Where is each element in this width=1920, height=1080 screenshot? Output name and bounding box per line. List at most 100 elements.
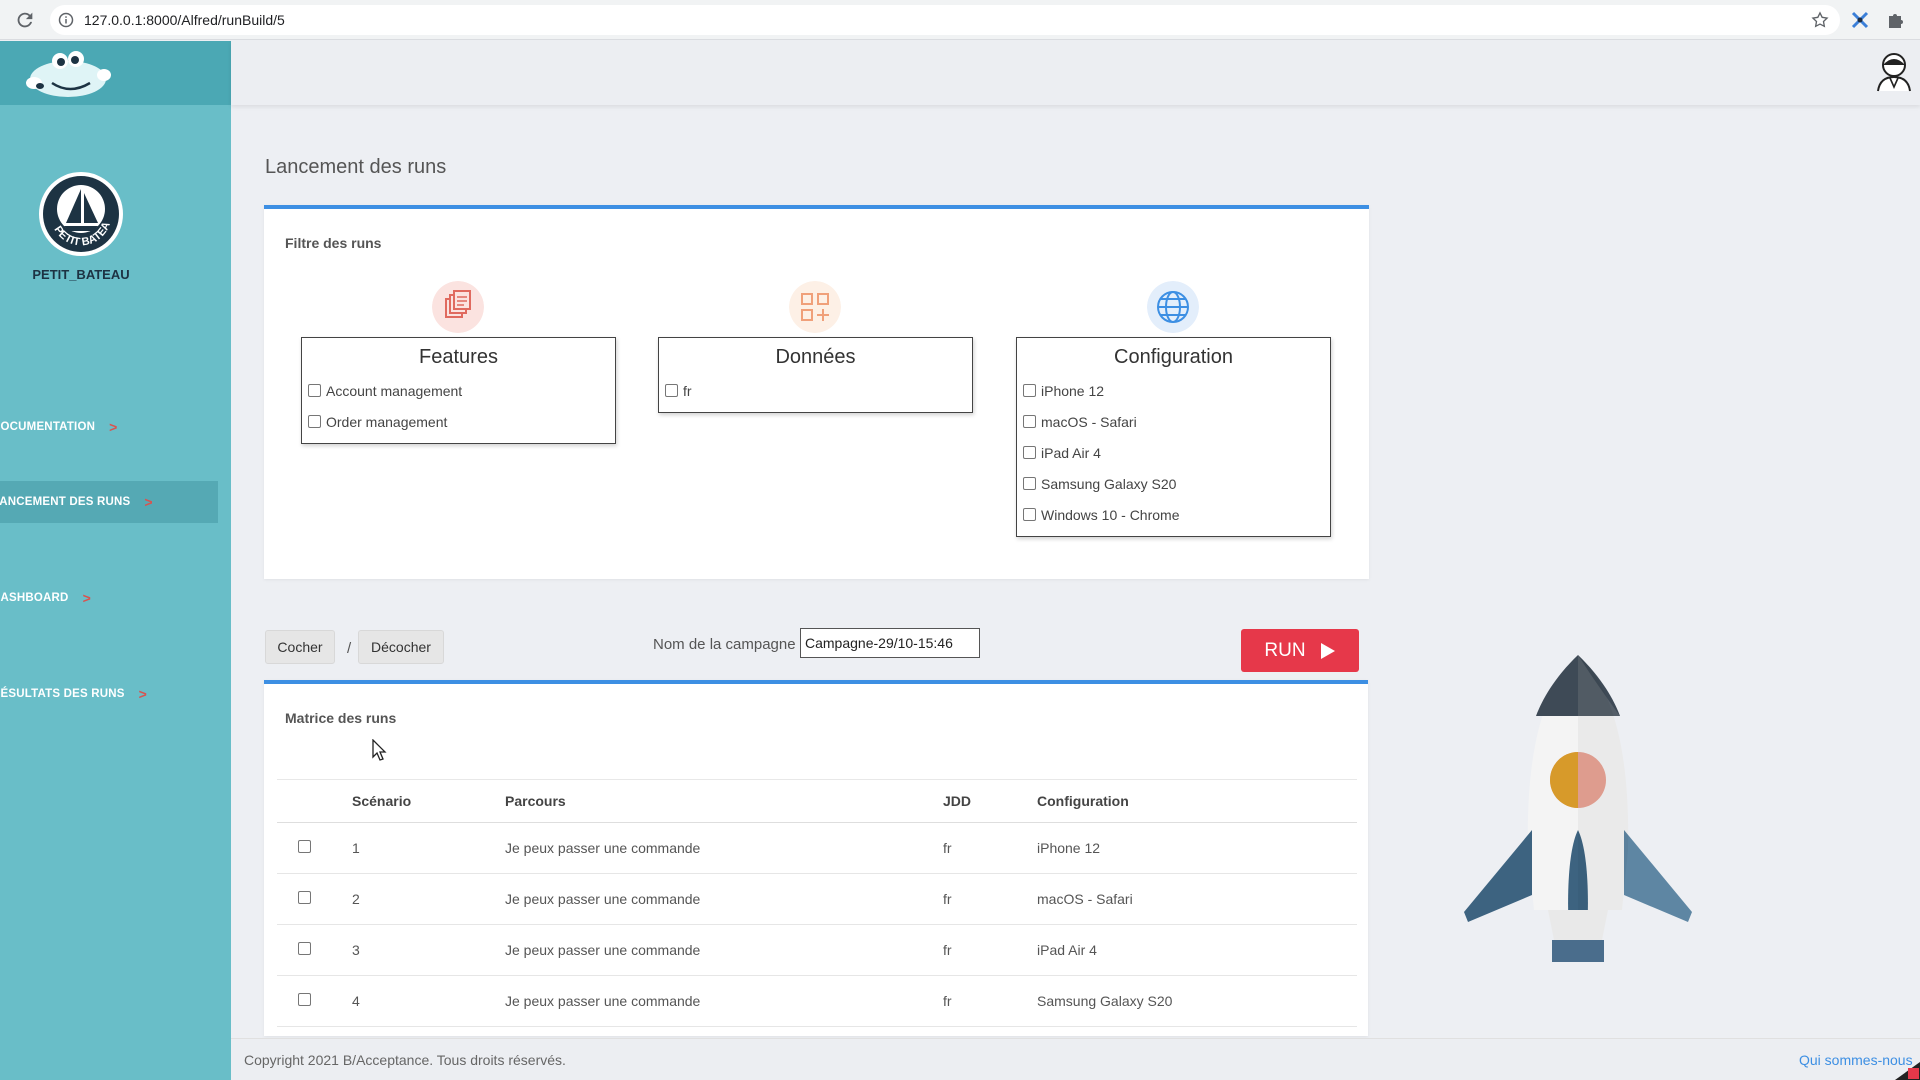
jdd-cell: fr — [943, 873, 1037, 925]
donnees-filter-box: Données fr — [658, 337, 973, 413]
check-all-button[interactable]: Cocher — [265, 630, 335, 664]
chevron-right-icon: > — [82, 590, 91, 606]
row-select-cell — [277, 924, 349, 976]
feature-option-account-management[interactable]: Account management — [302, 375, 615, 406]
brand-name: PETIT_BATEAU — [32, 267, 130, 282]
configuration-cell: macOS - Safari — [1037, 873, 1357, 925]
config-option-macos-safari[interactable]: macOS - Safari — [1017, 406, 1330, 437]
sidebar-item-resultats-des-runs[interactable]: RÉSULTATS DES RUNS > — [0, 673, 218, 715]
chevron-right-icon: > — [138, 686, 148, 702]
url-text[interactable]: 127.0.0.1:8000/Alfred/runBuild/5 — [84, 12, 285, 28]
parcours-cell: Je peux passer une commande — [505, 975, 943, 1027]
page-title: Lancement des runs — [265, 156, 447, 178]
checkbox[interactable] — [308, 384, 321, 397]
matrix-title: Matrice des runs — [285, 710, 397, 726]
sidebar-item-label: DASHBOARD — [0, 592, 69, 604]
corner-badge-icon — [1895, 1062, 1920, 1080]
checkbox[interactable] — [665, 384, 678, 397]
option-label: Samsung Galaxy S20 — [1041, 475, 1177, 492]
documents-icon — [432, 281, 484, 333]
row-checkbox[interactable] — [298, 891, 311, 904]
option-label: Order management — [326, 413, 448, 430]
donnees-title: Données — [775, 346, 856, 368]
features-title: Features — [419, 346, 498, 368]
header-parcours: Parcours — [505, 779, 943, 823]
checkbox[interactable] — [1023, 384, 1036, 397]
matrix-card: Matrice des runs Scénario Parcours JDD C… — [264, 680, 1368, 1036]
sidebar: PETIT BATEAU PETIT_BATEAU DOCUMENTATION … — [0, 41, 231, 1080]
configuration-cell: Samsung Galaxy S20 — [1037, 975, 1357, 1027]
checkbox[interactable] — [308, 415, 321, 428]
config-option-ipad-air-4[interactable]: iPad Air 4 — [1017, 437, 1330, 468]
table-header-row: Scénario Parcours JDD Configuration — [277, 779, 1357, 823]
reload-icon[interactable] — [14, 9, 36, 31]
user-avatar-icon[interactable] — [1874, 49, 1914, 93]
donnees-option-fr[interactable]: fr — [659, 375, 972, 406]
row-checkbox[interactable] — [298, 840, 311, 853]
option-label: iPhone 12 — [1041, 382, 1105, 399]
run-button[interactable]: RUN — [1241, 629, 1359, 672]
footer: Copyright 2021 B/Acceptance. Tous droits… — [231, 1038, 1920, 1080]
sidebar-item-documentation[interactable]: DOCUMENTATION > — [0, 406, 218, 448]
config-option-iphone-12[interactable]: iPhone 12 — [1017, 375, 1330, 406]
address-bar[interactable]: 127.0.0.1:8000/Alfred/runBuild/5 — [50, 5, 1840, 35]
filter-card: Filtre des runs Features Account managem… — [264, 205, 1369, 579]
table-row: 1 Je peux passer une commande fr iPhone … — [277, 822, 1357, 874]
scenario-cell: 2 — [349, 873, 505, 925]
table-row: 4 Je peux passer une commande fr Samsung… — [277, 975, 1357, 1027]
table-row: 2 Je peux passer une commande fr macOS -… — [277, 873, 1357, 925]
bookmark-star-icon[interactable] — [1810, 10, 1830, 30]
top-bar — [231, 41, 1920, 105]
checkbox[interactable] — [1023, 446, 1036, 459]
sidebar-header — [0, 41, 231, 105]
mouse-cursor-icon — [372, 739, 387, 761]
header-scenario: Scénario — [349, 779, 505, 823]
row-checkbox[interactable] — [298, 942, 311, 955]
run-button-label: RUN — [1264, 639, 1306, 661]
option-label: iPad Air 4 — [1041, 444, 1101, 461]
checkbox[interactable] — [1023, 415, 1036, 428]
info-icon[interactable] — [58, 12, 74, 28]
chevron-right-icon: > — [109, 419, 118, 435]
option-label: fr — [683, 382, 692, 399]
config-option-windows-10-chrome[interactable]: Windows 10 - Chrome — [1017, 499, 1330, 530]
configuration-title: Configuration — [1114, 346, 1233, 368]
parcours-cell: Je peux passer une commande — [505, 924, 943, 976]
parcours-cell: Je peux passer une commande — [505, 822, 943, 874]
copyright-text: Copyright 2021 B/Acceptance. Tous droits… — [244, 1052, 566, 1068]
row-select-cell — [277, 822, 349, 874]
header-select — [277, 779, 349, 823]
checkbox[interactable] — [1023, 508, 1036, 521]
grid-plus-icon — [789, 281, 841, 333]
sidebar-item-label: RÉSULTATS DES RUNS — [0, 688, 125, 700]
configuration-cell: iPhone 12 — [1037, 822, 1357, 874]
parcours-cell: Je peux passer une commande — [505, 873, 943, 925]
configuration-filter-box: Configuration iPhone 12 macOS - Safari i… — [1016, 337, 1331, 537]
header-configuration: Configuration — [1037, 779, 1357, 823]
uncheck-all-button[interactable]: Décocher — [358, 630, 444, 664]
globe-icon — [1147, 281, 1199, 333]
header-jdd: JDD — [943, 779, 1037, 823]
extensions-puzzle-icon[interactable] — [1885, 10, 1905, 30]
mascot-logo-icon[interactable] — [18, 45, 118, 101]
feature-option-order-management[interactable]: Order management — [302, 406, 615, 437]
scenario-cell: 1 — [349, 822, 505, 874]
option-label: macOS - Safari — [1041, 413, 1137, 430]
row-checkbox[interactable] — [298, 993, 311, 1006]
config-option-samsung-galaxy-s20[interactable]: Samsung Galaxy S20 — [1017, 468, 1330, 499]
sidebar-item-label: DOCUMENTATION — [0, 421, 96, 433]
configuration-cell: iPad Air 4 — [1037, 924, 1357, 976]
filter-card-title: Filtre des runs — [285, 235, 382, 251]
campaign-name-input[interactable]: Campagne-29/10-15:46 — [800, 628, 980, 658]
extension-tool-icon[interactable] — [1850, 10, 1870, 30]
chevron-right-icon: > — [144, 494, 153, 510]
table-row: 3 Je peux passer une commande fr iPad Ai… — [277, 924, 1357, 976]
sidebar-item-label: LANCEMENT DES RUNS — [0, 496, 131, 508]
browser-toolbar: 127.0.0.1:8000/Alfred/runBuild/5 — [0, 0, 1920, 40]
sidebar-item-lancement-des-runs[interactable]: LANCEMENT DES RUNS > — [0, 481, 218, 523]
checkbox[interactable] — [1023, 477, 1036, 490]
brand-logo-icon: PETIT BATEAU — [38, 171, 123, 256]
option-label: Windows 10 - Chrome — [1041, 506, 1180, 523]
row-select-cell — [277, 975, 349, 1027]
sidebar-item-dashboard[interactable]: DASHBOARD > — [0, 577, 218, 619]
